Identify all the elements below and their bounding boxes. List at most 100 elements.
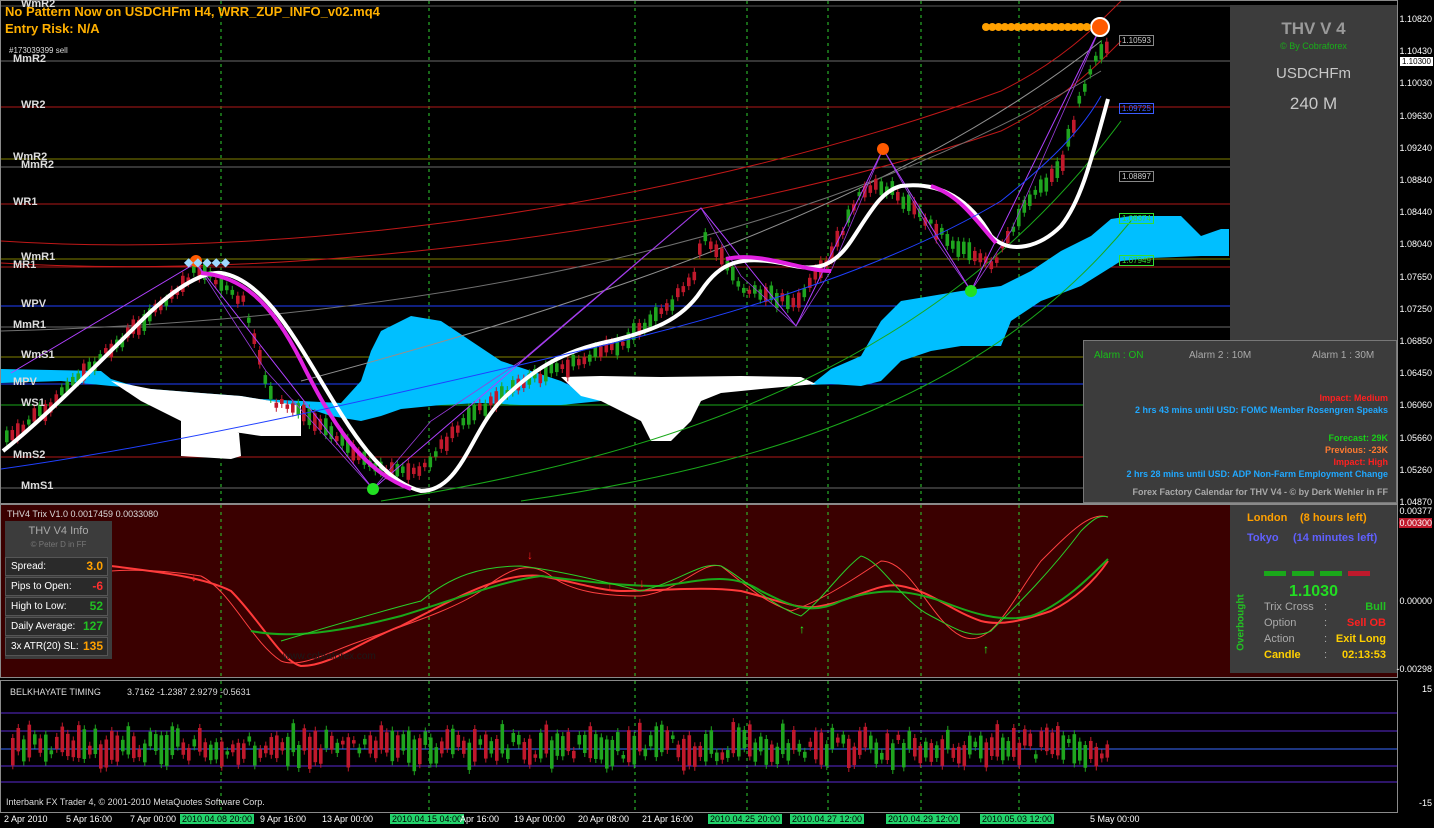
thv-logo-box: THV V 4 © By Cobraforex USDCHFm 240 M: [1230, 5, 1397, 340]
belk-bull-bar: [605, 739, 609, 769]
info-row-value: 127: [82, 619, 103, 633]
pivot-level-label: WS1: [21, 397, 45, 409]
bull-candle: [736, 281, 741, 287]
belk-bull-bar: [869, 735, 873, 750]
bear-candle: [698, 243, 702, 255]
price-tag: 1.09725: [1119, 103, 1154, 114]
trix-axis-label: 0.00000: [1399, 596, 1432, 606]
belk-bear-bar: [836, 737, 840, 743]
belk-bear-bar: [995, 724, 1000, 757]
belk-bull-bar: [82, 729, 87, 759]
belk-axis-label: -15: [1418, 798, 1432, 808]
bull-candle: [802, 288, 807, 298]
belk-bear-bar: [638, 722, 642, 752]
belk-bull-bar: [1061, 735, 1066, 760]
belk-bear-bar: [522, 742, 527, 760]
london-left: (8 hours left): [1300, 512, 1367, 524]
belk-bear-bar: [302, 728, 307, 751]
belk-bull-bar: [93, 728, 98, 755]
main-price-chart[interactable]: ◆◆◆◆◆ No Pattern Now on USDCHFm H4, WRR_…: [0, 0, 1398, 504]
belk-bull-bar: [583, 734, 587, 754]
trix-red-line: [110, 560, 1109, 668]
belk-bear-bar: [731, 722, 736, 754]
belk-bear-bar: [275, 735, 279, 759]
belk-bull-bar: [1083, 744, 1088, 768]
bear-candle: [868, 185, 873, 193]
belk-bull-bar: [253, 745, 257, 766]
bull-candle: [654, 307, 658, 322]
belk-bull-bar: [401, 734, 406, 751]
bear-candle: [676, 288, 680, 298]
bear-candle: [1061, 154, 1065, 171]
buy-arrow: ↑: [983, 642, 989, 656]
belk-bear-bar: [352, 740, 356, 744]
belk-bull-bar: [759, 736, 763, 752]
bull-candle: [1044, 177, 1049, 192]
belk-bear-bar: [682, 738, 686, 771]
belk-bull-bar: [935, 745, 939, 758]
belk-bear-bar: [676, 744, 681, 758]
belk-bull-bar: [786, 743, 791, 761]
bear-candle: [791, 297, 796, 308]
belk-bear-bar: [77, 725, 81, 758]
price-axis-label: 1.08040: [1399, 239, 1432, 250]
session-row: Action: Exit Long: [1264, 633, 1386, 645]
london-label: London: [1247, 512, 1288, 524]
bull-candle: [703, 232, 708, 242]
info-row-value: 52: [89, 599, 103, 613]
bear-candle: [10, 430, 15, 441]
belk-bear-bar: [1100, 753, 1104, 759]
alarm-1: Alarm 1 : 30M: [1312, 350, 1375, 361]
belkhayate-panel[interactable]: BELKHAYATE TIMING 3.7162 -1.2387 2.9279 …: [0, 680, 1398, 813]
bear-candle: [1050, 168, 1054, 182]
bull-candle: [230, 289, 235, 295]
belk-bull-bar: [390, 730, 395, 762]
info-row-value: 3.0: [86, 559, 103, 573]
bear-candle: [489, 396, 493, 406]
belk-bull-bar: [165, 735, 169, 767]
price-axis[interactable]: 1.10820 1.10430 1.10030 1.09630 1.09240 1.088…: [1397, 0, 1434, 507]
belk-bull-bar: [1034, 754, 1038, 759]
bear-candle: [797, 292, 801, 308]
trix-indicator-panel[interactable]: ↓ ↓ ↓ ↓ ↑ ↑ THV4 Trix V1.0 0.0017459 0.0…: [0, 504, 1398, 678]
diamond-markers: ◆◆◆◆◆: [184, 255, 231, 269]
belk-title: BELKHAYATE TIMING: [10, 687, 101, 697]
belk-bull-bar: [709, 730, 714, 754]
belk-bull-bar: [907, 730, 912, 749]
bear-candle: [659, 308, 664, 314]
belk-bear-bar: [385, 732, 389, 753]
info-row-value: 135: [82, 639, 103, 653]
bear-candle: [214, 279, 218, 285]
belk-bear-bar: [687, 735, 692, 766]
bull-candle: [1099, 44, 1104, 60]
time-axis-label: 2010.05.03 12:00: [980, 814, 1055, 824]
price-tag: 1.08374: [1119, 213, 1154, 224]
time-axis-label: 2010.04.27 12:00: [790, 814, 865, 824]
belk-bull-bar: [451, 728, 455, 755]
bull-candle: [929, 219, 933, 224]
session-row: Option: Sell OB: [1264, 617, 1386, 629]
price-axis-label: 1.07650: [1399, 271, 1432, 282]
bear-candle: [714, 244, 719, 258]
belk-bear-bar: [533, 754, 538, 758]
watermark: www.cobraforex.com: [283, 651, 376, 662]
session-row-label: Action: [1264, 633, 1295, 645]
belk-bear-bar: [528, 738, 532, 765]
belk-bear-bar: [104, 739, 109, 768]
belk-bear-bar: [819, 732, 824, 765]
belk-bear-bar: [27, 724, 32, 758]
bull-candle: [1022, 199, 1027, 213]
belk-bear-bar: [698, 745, 703, 757]
belk-bull-bar: [511, 733, 516, 743]
pivot-level-label: WR2: [21, 99, 46, 111]
belk-bear-bar: [242, 743, 246, 759]
trend-bar: [1320, 571, 1342, 576]
bull-candle: [428, 456, 433, 468]
alarm-2: Alarm 2 : 10M: [1189, 350, 1252, 361]
belk-bear-bar: [720, 752, 725, 760]
belk-bear-bar: [814, 731, 818, 760]
belk-bull-bar: [649, 735, 653, 747]
bull-candle: [1083, 83, 1087, 92]
info-row: Daily Average: 127: [5, 617, 108, 636]
belk-bull-bar: [610, 739, 615, 767]
